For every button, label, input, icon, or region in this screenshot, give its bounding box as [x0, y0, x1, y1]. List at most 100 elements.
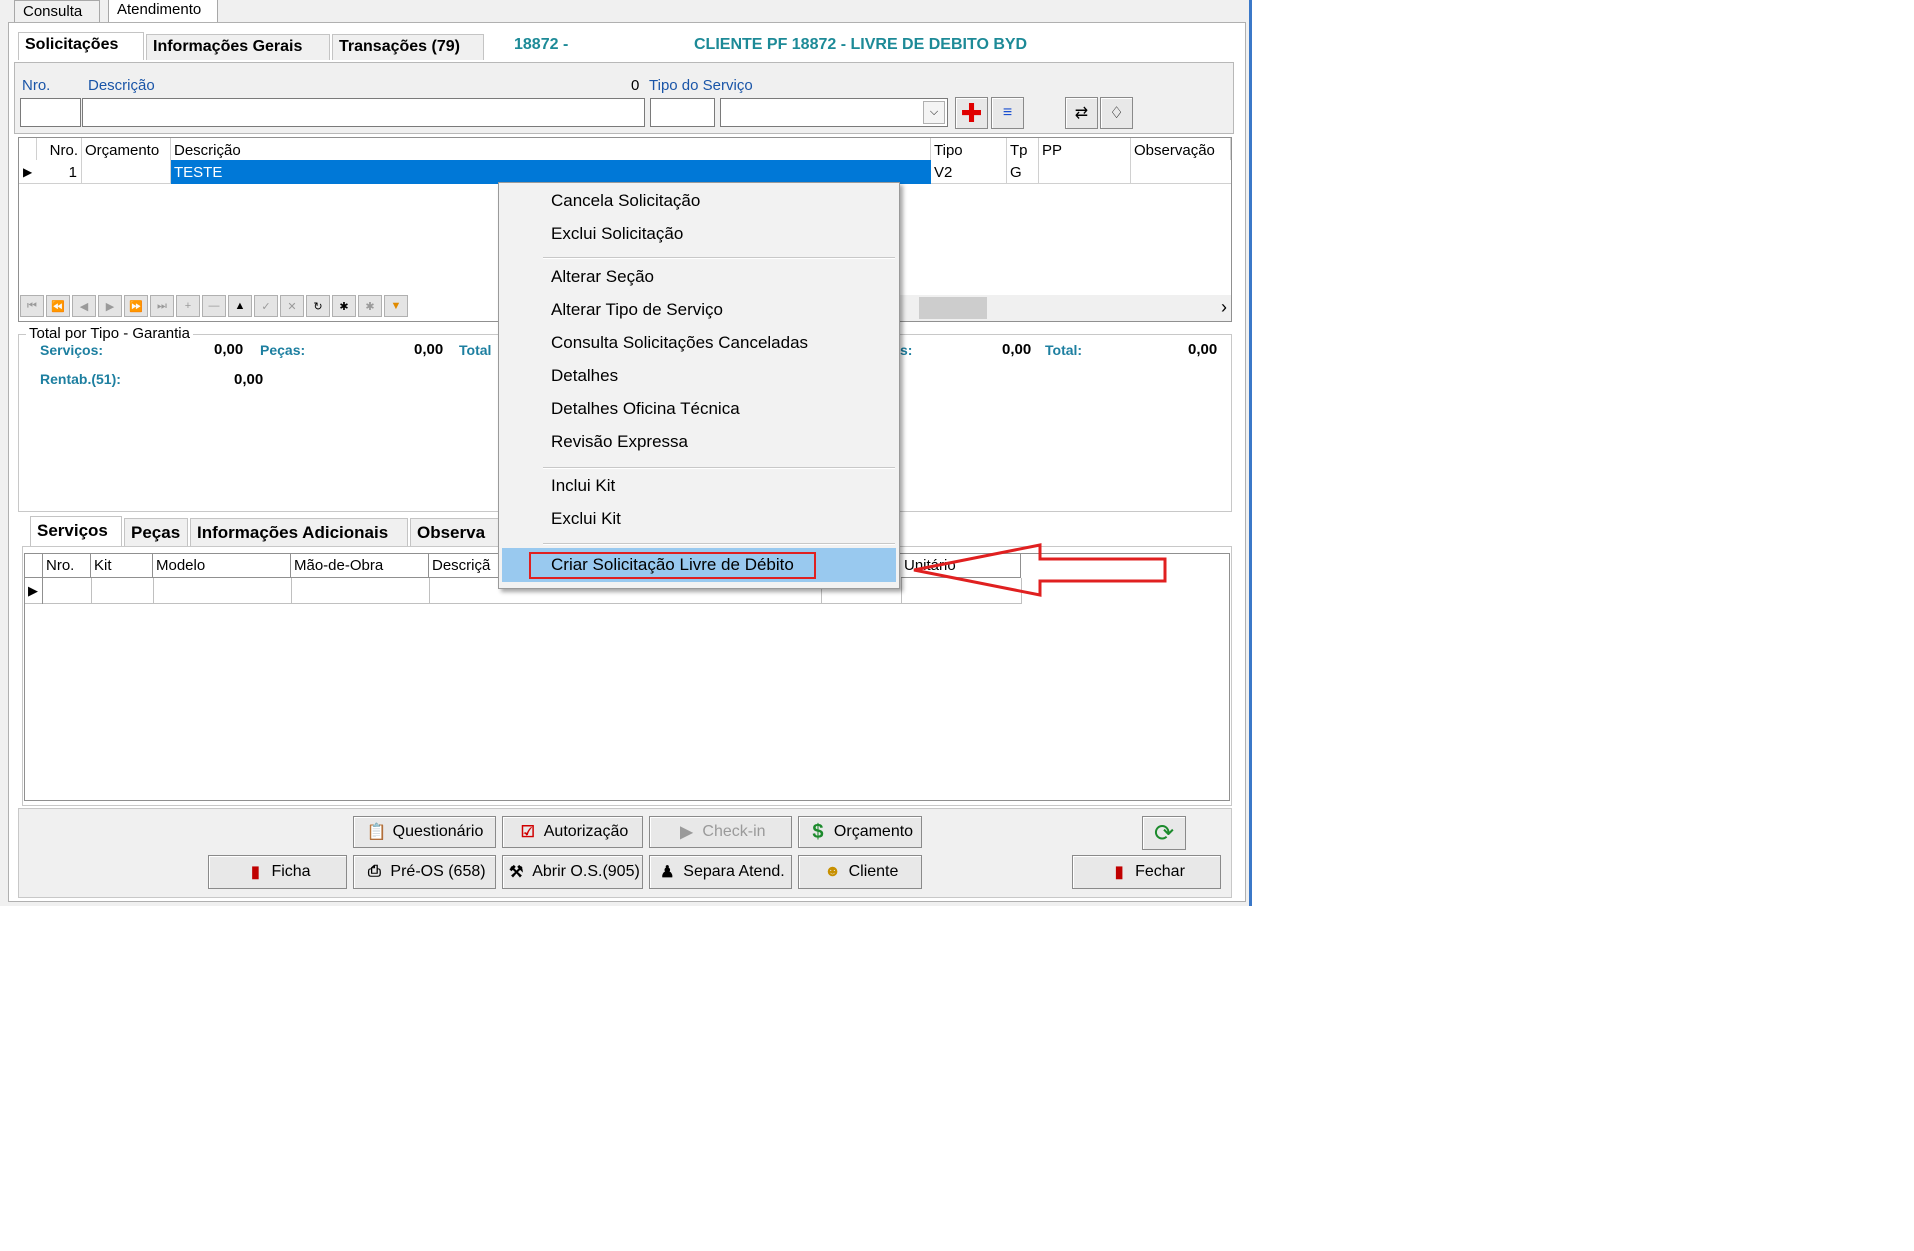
oil-change-button[interactable]: ♢ — [1100, 97, 1133, 129]
descricao-input[interactable] — [82, 98, 645, 127]
nav-filter-icon[interactable]: ▼ — [384, 295, 408, 317]
tab-informacoes-adicionais[interactable]: Informações Adicionais — [190, 518, 408, 546]
cell-descricao[interactable]: TESTE — [171, 160, 931, 184]
nav-asterisk-disabled-icon[interactable]: ✱ — [358, 295, 382, 317]
nav-prev-page-icon[interactable]: ⏪ — [46, 295, 70, 317]
col-modelo[interactable]: Modelo — [153, 554, 291, 578]
nav-last-icon[interactable]: ⏭ — [150, 295, 174, 317]
nav-refresh-icon[interactable]: ↻ — [306, 295, 330, 317]
tab-consulta[interactable]: Consulta — [14, 0, 100, 22]
total-label: Total: — [1045, 342, 1083, 358]
menu-item-alterar-tipo-servico[interactable]: Alterar Tipo de Serviço — [551, 296, 723, 324]
cell-pp[interactable] — [1039, 160, 1131, 184]
tab-label: Informações Adicionais — [197, 523, 389, 542]
menu-item-exclui-kit[interactable]: Exclui Kit — [551, 505, 621, 533]
add-request-button[interactable]: ✚ — [955, 97, 988, 129]
nav-delete-icon[interactable]: — — [202, 295, 226, 317]
tab-label: Informações Gerais — [153, 38, 303, 55]
cell-tp[interactable]: G — [1007, 160, 1039, 184]
col-orcamento[interactable]: Orçamento — [82, 138, 171, 160]
servicos-value: 0,00 — [214, 341, 244, 358]
plus-icon: ✚ — [960, 97, 983, 128]
client-name: CLIENTE PF 18872 - LIVRE DE DEBITO BYD — [694, 36, 1028, 53]
pre-os-button[interactable]: ⎙ Pré-OS (658) — [353, 855, 496, 889]
nav-cancel-icon[interactable]: ✕ — [280, 295, 304, 317]
col-nro[interactable]: Nro. — [37, 138, 82, 160]
menu-item-inclui-kit[interactable]: Inclui Kit — [551, 472, 615, 500]
menu-item-exclui-solicitacao[interactable]: Exclui Solicitação — [551, 220, 683, 248]
car-icon: ▮ — [251, 864, 260, 881]
tab-servicos[interactable]: Serviços — [30, 516, 122, 546]
button-label: Orçamento — [833, 823, 914, 840]
col-descricao[interactable]: Descrição — [171, 138, 931, 160]
nav-next-page-icon[interactable]: ⏩ — [124, 295, 148, 317]
tab-pecas[interactable]: Peças — [124, 518, 188, 546]
menu-item-alterar-secao[interactable]: Alterar Seção — [551, 263, 654, 291]
tab-label: Atendimento — [117, 1, 202, 18]
col-observacao[interactable]: Observação — [1131, 138, 1231, 160]
button-label: Fechar — [1135, 863, 1185, 880]
insert-request-button[interactable]: ≡ — [991, 97, 1024, 129]
cell-orcamento[interactable] — [82, 160, 171, 184]
context-menu: Cancela Solicitação Exclui Solicitação A… — [498, 182, 900, 589]
grid-divider — [153, 578, 154, 604]
cell-observacao[interactable] — [1131, 160, 1231, 184]
tipo-servico-code-input[interactable] — [650, 98, 715, 127]
orcamento-button[interactable]: $ Orçamento — [798, 816, 922, 848]
checkmark-icon: ☑ — [520, 824, 535, 841]
col-pp[interactable]: PP — [1039, 138, 1131, 160]
chevron-right-icon[interactable]: › — [1221, 297, 1227, 318]
questionario-button[interactable]: 📋 Questionário — [353, 816, 496, 848]
cell-tipo[interactable]: V2 — [931, 160, 1007, 184]
nav-asterisk-icon[interactable]: ✱ — [332, 295, 356, 317]
col-kit[interactable]: Kit — [91, 554, 153, 578]
col-nro[interactable]: Nro. — [43, 554, 91, 578]
tab-label: Observa — [417, 523, 486, 542]
button-label: Autorização — [543, 823, 629, 840]
tipo-servico-select[interactable]: ⌵ — [720, 98, 948, 127]
nav-next-icon[interactable]: ▶ — [98, 295, 122, 317]
cell-nro[interactable]: 1 — [37, 160, 82, 184]
abrir-os-button[interactable]: ⚒ Abrir O.S.(905) — [502, 855, 643, 889]
total-value: 0,00 — [1188, 341, 1218, 358]
menu-item-revisao-expressa[interactable]: Revisão Expressa — [551, 428, 688, 456]
table-row[interactable]: ▶ 1 TESTE V2 G — [19, 160, 1231, 184]
autorizacao-button[interactable]: ☑ Autorização — [502, 816, 643, 848]
col-tp[interactable]: Tp — [1007, 138, 1039, 160]
fechar-button[interactable]: ▮ Fechar — [1072, 855, 1221, 889]
col-mao-de-obra[interactable]: Mão-de-Obra — [291, 554, 429, 578]
garantia-value: 0,00 — [1002, 341, 1032, 358]
ficha-button[interactable]: ▮ Ficha — [208, 855, 347, 889]
chevron-down-icon[interactable]: ⌵ — [923, 101, 945, 124]
nro-label: Nro. — [22, 77, 51, 94]
garantia-label-partial: s: — [900, 342, 913, 358]
col-tipo[interactable]: Tipo — [931, 138, 1007, 160]
refresh-icon: ⟳ — [1153, 819, 1175, 847]
checkin-button[interactable]: ▶ Check-in — [649, 816, 792, 848]
tab-solicitacoes[interactable]: Solicitações — [18, 32, 144, 60]
nav-edit-icon[interactable]: ▲ — [228, 295, 252, 317]
scrollbar-thumb[interactable] — [919, 297, 987, 319]
col-descricao[interactable]: Descriçã — [429, 554, 505, 578]
cliente-button[interactable]: ☻ Cliente — [798, 855, 922, 889]
separa-atend-button[interactable]: ♟ Separa Atend. — [649, 855, 792, 889]
menu-item-criar-livre-debito[interactable]: Criar Solicitação Livre de Débito — [502, 548, 896, 582]
menu-item-detalhes-oficina[interactable]: Detalhes Oficina Técnica — [551, 395, 740, 423]
tab-transacoes[interactable]: Transações (79) — [332, 34, 484, 60]
nav-post-icon[interactable]: ✓ — [254, 295, 278, 317]
nav-insert-icon[interactable]: + — [176, 295, 200, 317]
nav-prev-icon[interactable]: ◀ — [72, 295, 96, 317]
nro-input[interactable] — [20, 98, 81, 127]
refresh-button[interactable]: ⟳ — [1142, 816, 1186, 850]
tab-observacoes[interactable]: Observa — [410, 518, 510, 546]
menu-separator — [543, 543, 895, 545]
button-label: Questionário — [392, 823, 484, 840]
nav-first-icon[interactable]: ⏮ — [20, 295, 44, 317]
tools-icon: ⚒ — [509, 864, 524, 881]
tab-informacoes-gerais[interactable]: Informações Gerais — [146, 34, 330, 60]
tab-atendimento[interactable]: Atendimento — [108, 0, 218, 22]
menu-item-consulta-canceladas[interactable]: Consulta Solicitações Canceladas — [551, 329, 808, 357]
transfer-button[interactable]: ⇄ — [1065, 97, 1098, 129]
menu-item-cancela-solicitacao[interactable]: Cancela Solicitação — [551, 187, 700, 215]
menu-item-detalhes[interactable]: Detalhes — [551, 362, 618, 390]
